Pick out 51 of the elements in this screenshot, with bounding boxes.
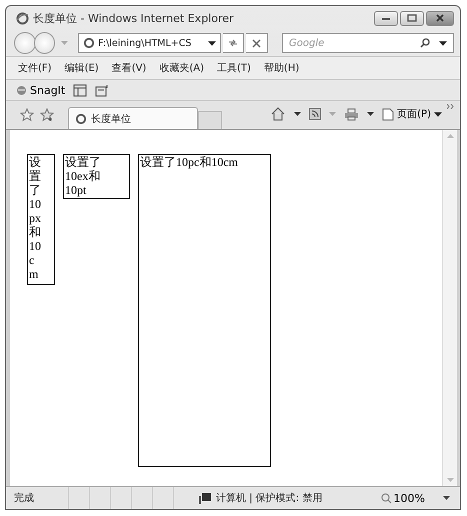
close-icon xyxy=(435,14,445,22)
close-button[interactable] xyxy=(426,10,454,26)
address-field[interactable]: F:\leining\HTML+CS xyxy=(78,33,221,53)
printer-icon[interactable] xyxy=(344,108,360,120)
menu-item[interactable]: 文件(F) xyxy=(18,61,52,75)
caret-icon[interactable] xyxy=(294,112,302,116)
caret-icon xyxy=(434,112,442,116)
maximize-button[interactable] xyxy=(400,10,424,26)
minimize-button[interactable] xyxy=(374,10,398,26)
caret-icon[interactable] xyxy=(439,41,447,46)
arrows-icon xyxy=(227,38,240,48)
text-box: 设置了10px和10cm xyxy=(27,154,55,285)
browser-logo-icon xyxy=(16,12,29,24)
text-box: 设置了10pc和10cm xyxy=(138,154,271,467)
menu-item[interactable]: 查看(V) xyxy=(112,61,146,75)
zoom-button[interactable]: 100% xyxy=(380,492,425,504)
refresh-button[interactable] xyxy=(222,33,244,53)
search-icon xyxy=(420,38,430,48)
maximize-icon xyxy=(407,14,417,22)
snagit-button[interactable]: SnagIt xyxy=(16,84,66,96)
menu-item[interactable]: 收藏夹(A) xyxy=(159,61,204,75)
caret-icon[interactable] xyxy=(367,112,374,116)
home-icon[interactable] xyxy=(270,107,286,121)
document-icon[interactable] xyxy=(95,84,110,96)
page-icon xyxy=(83,37,96,49)
text-box: 设置了10ex和10pt xyxy=(63,154,130,199)
document-icon xyxy=(382,108,394,120)
browser-tab[interactable]: 长度单位 xyxy=(68,107,198,129)
minimize-icon xyxy=(381,15,391,21)
star-icon[interactable] xyxy=(20,108,34,122)
window-icon[interactable] xyxy=(73,84,88,96)
close-icon xyxy=(252,38,262,48)
computer-icon xyxy=(198,492,212,504)
menu-item[interactable]: 工具(T) xyxy=(217,61,251,75)
chevron-icon[interactable] xyxy=(447,104,454,109)
security-zone-text: 计算机 | 保护模式: 禁用 xyxy=(216,492,322,505)
search-field[interactable]: Google xyxy=(282,33,454,53)
menu-item[interactable]: 编辑(E) xyxy=(64,61,99,75)
window-title: 长度单位 - Windows Internet Explorer xyxy=(33,10,234,26)
caret-icon[interactable] xyxy=(208,40,216,46)
stop-button[interactable] xyxy=(246,33,268,53)
page-menu-button[interactable]: 页面(P) xyxy=(382,107,442,121)
caret-icon[interactable] xyxy=(443,496,450,500)
page-icon xyxy=(75,112,87,124)
back-button[interactable] xyxy=(14,32,36,54)
magnifier-icon xyxy=(380,492,392,504)
status-text: 完成 xyxy=(14,492,35,505)
feed-icon[interactable] xyxy=(309,108,322,120)
star-plus-icon[interactable] xyxy=(40,108,54,122)
forward-button[interactable] xyxy=(34,32,56,54)
menu-item[interactable]: 帮助(H) xyxy=(264,61,300,75)
